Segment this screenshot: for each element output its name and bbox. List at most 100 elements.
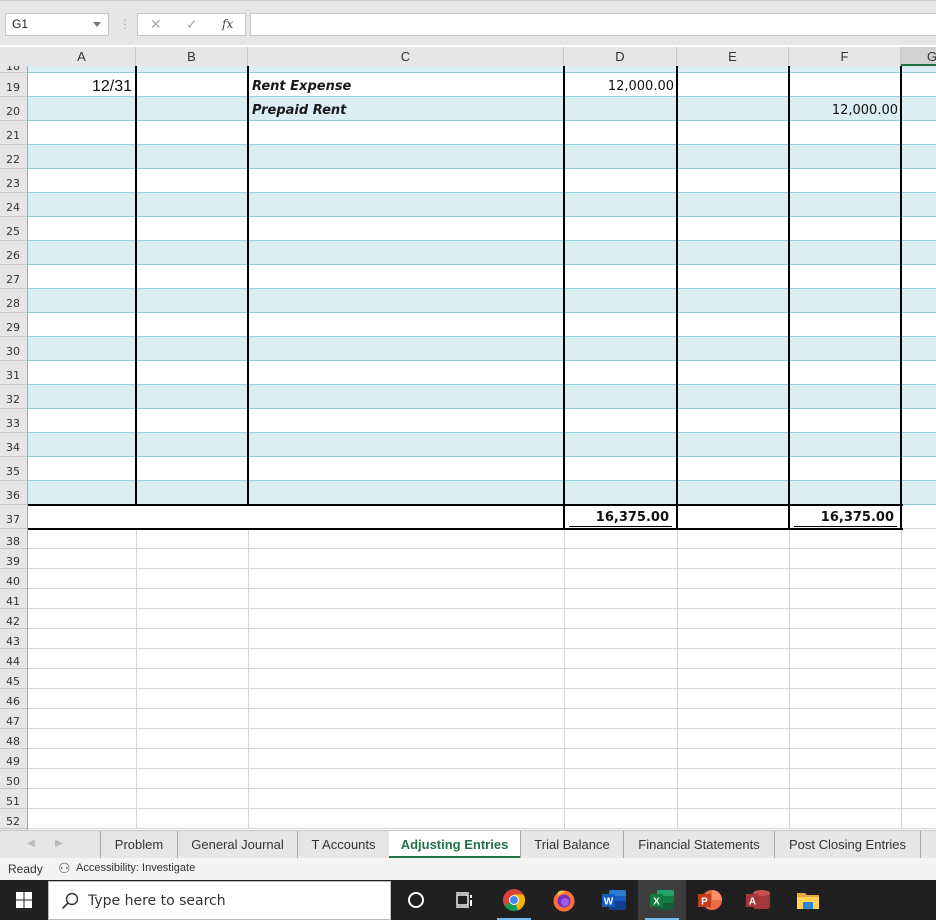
status-bar: Ready ⚇ Accessibility: Investigate <box>0 858 936 880</box>
sheet-row <box>28 669 936 689</box>
row-header-30[interactable]: 30 <box>0 337 27 361</box>
row-header-42[interactable]: 42 <box>0 609 27 629</box>
row-header-51[interactable]: 51 <box>0 789 27 809</box>
row-header-27[interactable]: 27 <box>0 265 27 289</box>
row-header-21[interactable]: 21 <box>0 121 27 145</box>
row-header-31[interactable]: 31 <box>0 361 27 385</box>
sheet-tab-post-closing-entries[interactable]: Post Closing Entries <box>774 831 921 858</box>
row-header-40[interactable]: 40 <box>0 569 27 589</box>
row-header-48[interactable]: 48 <box>0 729 27 749</box>
chrome-taskbar-button[interactable] <box>490 880 538 920</box>
row-header-49[interactable]: 49 <box>0 749 27 769</box>
accessibility-status[interactable]: Accessibility: Investigate <box>76 862 195 874</box>
row-header-35[interactable]: 35 <box>0 457 27 481</box>
row-header-partial[interactable]: 18 <box>0 66 27 73</box>
date-cell[interactable]: 12/31 <box>28 73 132 97</box>
powerpoint-letter: P <box>701 897 708 908</box>
row-header-33[interactable]: 33 <box>0 409 27 433</box>
next-sheet-icon[interactable]: ▶ <box>55 838 63 849</box>
enter-icon[interactable]: ✓ <box>186 16 198 33</box>
row-header-20[interactable]: 20 <box>0 97 27 121</box>
sheet-row <box>28 549 936 569</box>
credit-total-cell[interactable]: 16,375.00 <box>794 508 897 527</box>
sheet-row <box>28 457 936 481</box>
excel-taskbar-button[interactable]: X <box>638 880 686 920</box>
gridline <box>677 529 678 829</box>
windows-logo-icon <box>16 892 32 908</box>
row-header-28[interactable]: 28 <box>0 289 27 313</box>
row-header-32[interactable]: 32 <box>0 385 27 409</box>
word-taskbar-button[interactable]: W <box>590 880 638 920</box>
row-header-38[interactable]: 38 <box>0 529 27 549</box>
sheet-row <box>28 789 936 809</box>
column-header-c[interactable]: C <box>248 47 564 66</box>
debit-total-cell[interactable]: 16,375.00 <box>569 508 672 527</box>
sheet-tab-financial-statements[interactable]: Financial Statements <box>623 831 774 858</box>
file-explorer-taskbar-button[interactable] <box>784 880 832 920</box>
column-headers: A B C D E F G <box>0 47 936 67</box>
row-header-24[interactable]: 24 <box>0 193 27 217</box>
row-header-39[interactable]: 39 <box>0 549 27 569</box>
sheet-tab-adjusting-entries[interactable]: Adjusting Entries <box>389 831 520 858</box>
sheet-tab-trial-balance[interactable]: Trial Balance <box>520 831 623 858</box>
insert-function-icon[interactable]: fx <box>222 17 233 31</box>
windows-taskbar: Type here to search W X P A <box>0 880 936 920</box>
row-header-22[interactable]: 22 <box>0 145 27 169</box>
row-header-37[interactable]: 37 <box>0 505 27 529</box>
sheet-tab-general-journal[interactable]: General Journal <box>177 831 297 858</box>
debit-cell[interactable] <box>564 97 674 121</box>
sheet-row <box>28 433 936 457</box>
row-header-34[interactable]: 34 <box>0 433 27 457</box>
firefox-taskbar-button[interactable] <box>540 880 588 920</box>
account-cell[interactable]: Prepaid Rent <box>252 97 552 121</box>
sheet-tab-t-accounts[interactable]: T Accounts <box>297 831 389 858</box>
cortana-button[interactable] <box>392 880 440 920</box>
credit-cell[interactable] <box>789 73 898 97</box>
task-view-icon <box>456 892 472 908</box>
previous-sheet-icon[interactable]: ◀ <box>27 838 35 849</box>
access-icon: A <box>746 890 770 909</box>
taskbar-search-box[interactable]: Type here to search <box>48 881 391 920</box>
column-header-g[interactable]: G <box>901 47 936 66</box>
date-cell[interactable] <box>28 97 132 121</box>
column-header-a[interactable]: A <box>28 47 136 66</box>
row-header-43[interactable]: 43 <box>0 629 27 649</box>
powerpoint-taskbar-button[interactable]: P <box>686 880 734 920</box>
row-header-45[interactable]: 45 <box>0 669 27 689</box>
column-header-d[interactable]: D <box>564 47 677 66</box>
row-header-44[interactable]: 44 <box>0 649 27 669</box>
row-header-19[interactable]: 19 <box>0 73 27 97</box>
name-box[interactable]: G1 <box>5 13 109 36</box>
worksheet-grid[interactable]: 12/31 Rent Expense 12,000.00 Prepaid Rent 12… <box>28 66 936 830</box>
access-taskbar-button[interactable]: A <box>734 880 782 920</box>
row-header-26[interactable]: 26 <box>0 241 27 265</box>
row-header-23[interactable]: 23 <box>0 169 27 193</box>
firefox-icon <box>553 890 575 912</box>
sheet-row <box>28 385 936 409</box>
row-header-50[interactable]: 50 <box>0 769 27 789</box>
row-header-36[interactable]: 36 <box>0 481 27 505</box>
task-view-button[interactable] <box>440 880 488 920</box>
chevron-down-icon[interactable] <box>93 22 101 27</box>
row-header-29[interactable]: 29 <box>0 313 27 337</box>
row-header-41[interactable]: 41 <box>0 589 27 609</box>
debit-cell[interactable]: 12,000.00 <box>564 73 674 97</box>
account-cell[interactable]: Rent Expense <box>252 73 552 97</box>
drag-handle-icon[interactable]: ⋮ <box>119 17 131 31</box>
column-header-e[interactable]: E <box>677 47 789 66</box>
accessibility-icon[interactable]: ⚇ <box>58 860 71 877</box>
formula-input[interactable] <box>250 13 936 36</box>
sheet-tab-problem[interactable]: Problem <box>100 831 177 858</box>
row-header-25[interactable]: 25 <box>0 217 27 241</box>
chrome-icon <box>503 889 526 912</box>
excel-letter: X <box>653 897 660 908</box>
row-header-46[interactable]: 46 <box>0 689 27 709</box>
credit-cell[interactable]: 12,000.00 <box>789 97 898 121</box>
start-button[interactable] <box>0 880 48 920</box>
column-header-f[interactable]: F <box>789 47 901 66</box>
sheet-row <box>28 729 936 749</box>
row-header-52[interactable]: 52 <box>0 809 27 829</box>
row-header-47[interactable]: 47 <box>0 709 27 729</box>
cancel-icon[interactable]: ✕ <box>150 16 162 33</box>
column-header-b[interactable]: B <box>136 47 248 66</box>
